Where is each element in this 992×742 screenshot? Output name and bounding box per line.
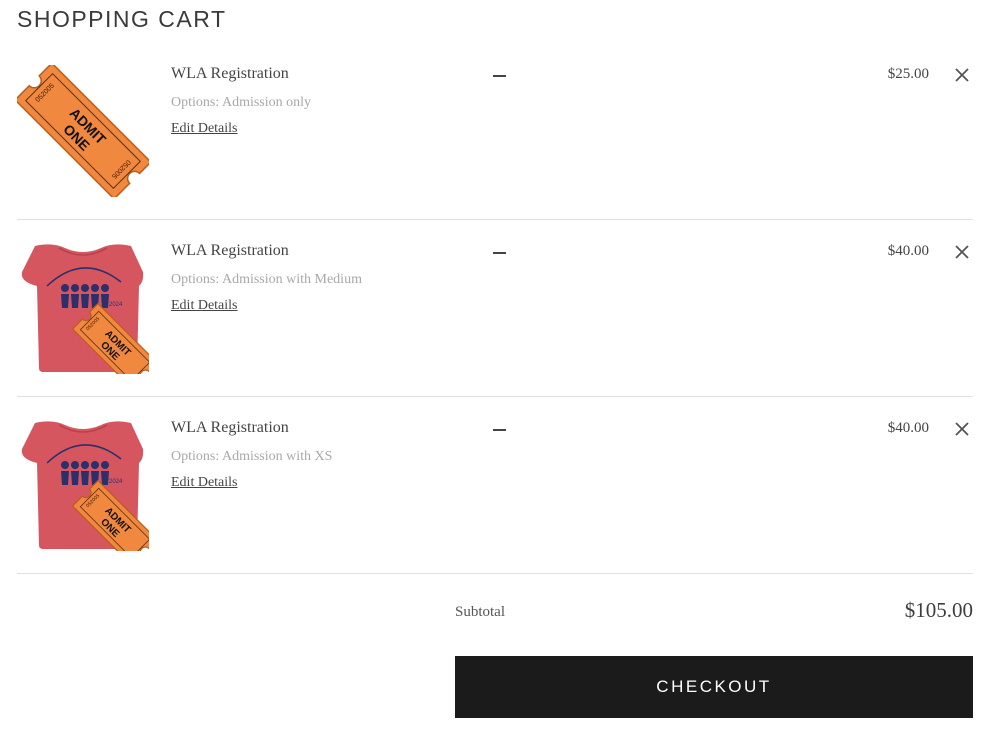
shirt-year: 2024	[109, 479, 123, 485]
cart-item: ADMIT ONE 052005 052005 WLA Registration…	[17, 43, 973, 220]
item-options: Options: Admission with Medium	[171, 272, 362, 287]
cart-item-list: ADMIT ONE 052005 052005 WLA Registration…	[17, 43, 973, 574]
edit-details-link[interactable]: Edit Details	[171, 298, 238, 314]
tshirt-thumbnail[interactable]: 2024 ADMIT ONE 052005	[17, 242, 149, 374]
tshirt-ticket-icon: 2024 ADMIT ONE 052005	[21, 421, 149, 551]
page-title: SHOPPING CART	[17, 6, 227, 32]
remove-item-button[interactable]	[954, 244, 970, 260]
decrease-quantity-button[interactable]	[493, 75, 506, 77]
close-icon	[955, 422, 969, 436]
edit-details-link[interactable]: Edit Details	[171, 475, 238, 491]
item-options: Options: Admission with XS	[171, 449, 333, 464]
decrease-quantity-button[interactable]	[493, 252, 506, 254]
subtotal-label: Subtotal	[455, 604, 506, 620]
ticket-thumbnail[interactable]: ADMIT ONE 052005 052005	[17, 65, 149, 197]
item-price: $40.00	[887, 243, 929, 259]
tshirt-thumbnail[interactable]: 2024 ADMIT ONE 052005	[17, 419, 149, 551]
close-icon	[955, 245, 969, 259]
item-options: Options: Admission only	[171, 95, 312, 110]
item-price: $25.00	[887, 66, 929, 82]
decrease-quantity-button[interactable]	[493, 429, 506, 431]
close-icon	[955, 68, 969, 82]
subtotal-value: $105.00	[904, 598, 973, 622]
item-price: $40.00	[887, 420, 929, 436]
tshirt-ticket-icon: 2024 ADMIT ONE 052005	[21, 244, 149, 374]
shirt-year: 2024	[109, 302, 123, 308]
cart-item: 2024 ADMIT ONE 052005 WLA Registration O…	[17, 220, 973, 397]
item-name[interactable]: WLA Registration	[171, 419, 289, 437]
cart-item: 2024 ADMIT ONE 052005 WLA Registration O…	[17, 397, 973, 574]
item-name[interactable]: WLA Registration	[171, 242, 289, 260]
remove-item-button[interactable]	[954, 421, 970, 437]
ticket-icon: ADMIT ONE 052005 052005	[17, 65, 149, 197]
item-name[interactable]: WLA Registration	[171, 65, 289, 83]
remove-item-button[interactable]	[954, 67, 970, 83]
checkout-button[interactable]: CHECKOUT	[455, 656, 973, 718]
edit-details-link[interactable]: Edit Details	[171, 121, 238, 137]
